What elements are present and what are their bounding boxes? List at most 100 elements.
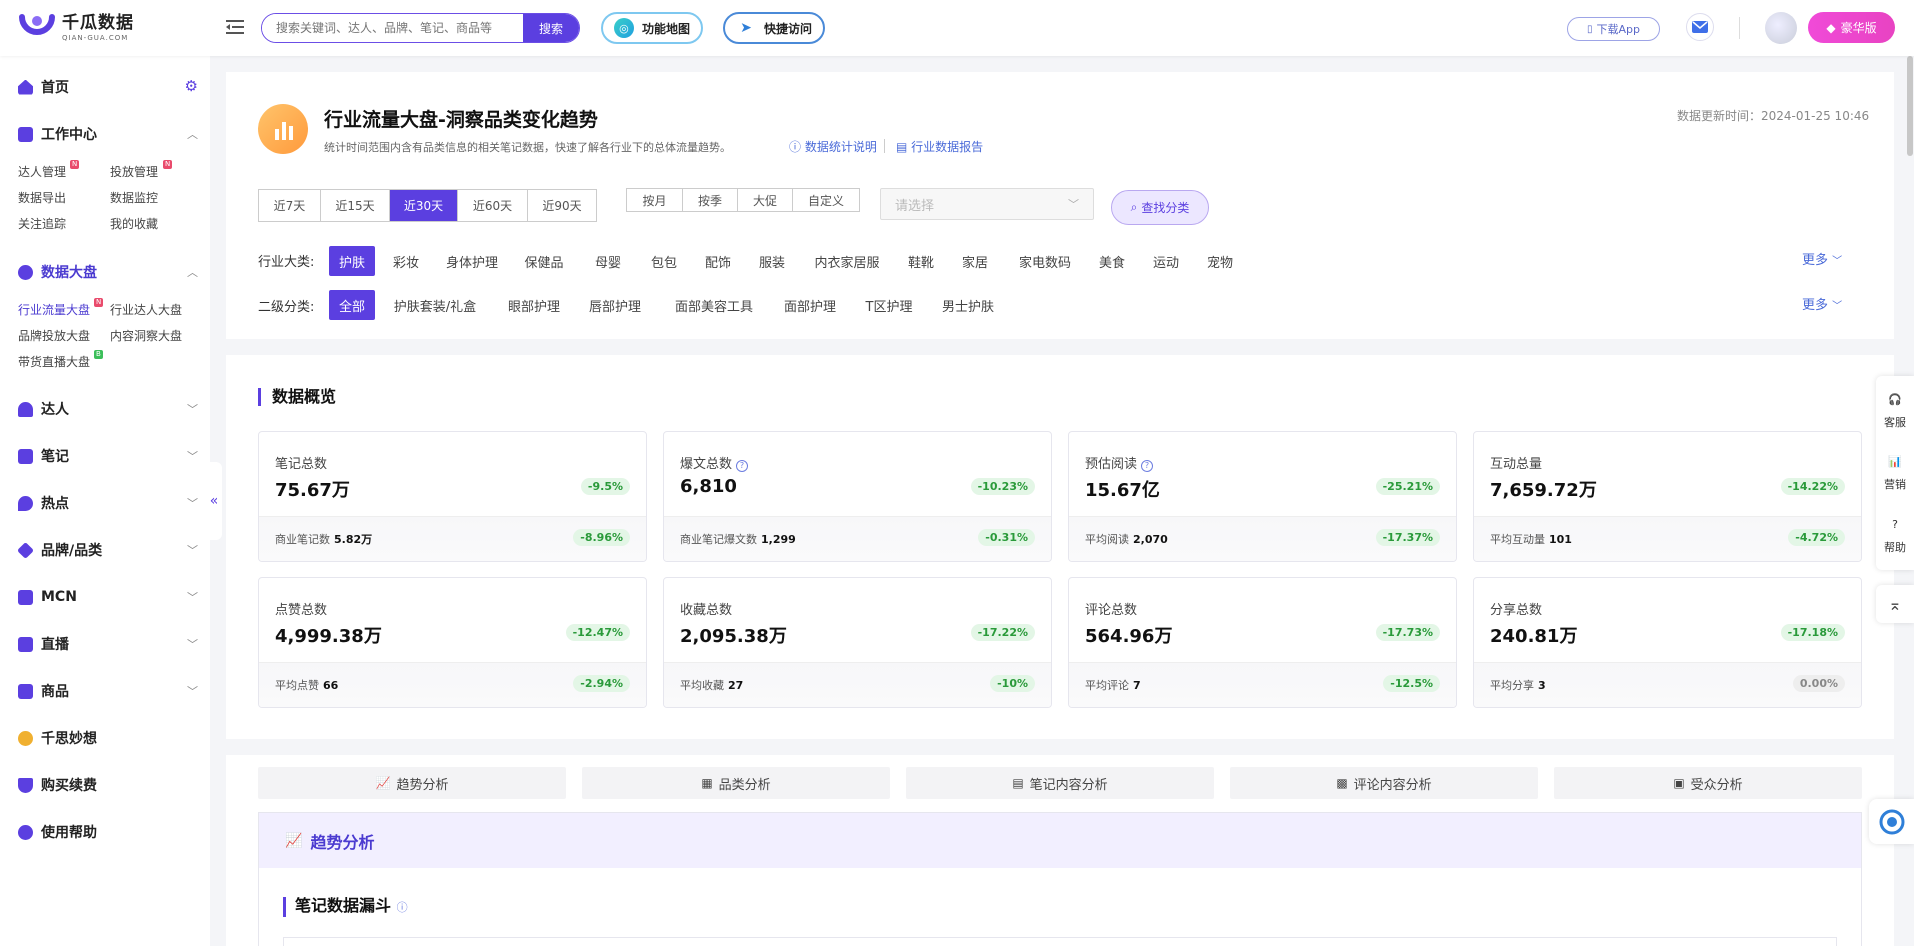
industry-tag[interactable]: 彩妆: [386, 246, 426, 276]
sidebar-item-influencer[interactable]: 达人 ﹀: [18, 399, 198, 419]
message-button[interactable]: [1686, 13, 1714, 41]
industry-more-link[interactable]: 更多 ﹀: [1802, 249, 1842, 268]
sidebar-subitem-industry-traffic[interactable]: 行业流量大盘: [18, 301, 90, 318]
period-custom[interactable]: 自定义: [793, 189, 859, 211]
industry-tag[interactable]: 身体护理: [440, 246, 504, 276]
sidebar-subitem-industry-influencer[interactable]: 行业达人大盘: [110, 301, 182, 318]
stat-sub-label-text: 平均收藏: [680, 679, 724, 692]
range-90d[interactable]: 近90天: [528, 190, 596, 221]
find-category-button[interactable]: ⌕ 查找分类: [1111, 190, 1209, 225]
floating-toolbar: 🎧 客服 📊 营销 ? 帮助: [1876, 376, 1914, 570]
sidebar-subitem-content-insight[interactable]: 内容洞察大盘: [110, 327, 182, 344]
period-promo[interactable]: 大促: [738, 189, 793, 211]
assistant-robot-icon[interactable]: [1869, 799, 1914, 844]
sidebar-subitem-brand-campaign[interactable]: 品牌投放大盘: [18, 327, 90, 344]
question-circle-icon[interactable]: ?: [1141, 460, 1154, 472]
menu-fold-icon[interactable]: [226, 17, 244, 37]
range-7d[interactable]: 近7天: [259, 190, 321, 221]
industry-tag[interactable]: 家居: [955, 246, 995, 276]
industry-tag[interactable]: 美食: [1092, 246, 1132, 276]
subcategory-tag[interactable]: 护肤套装/礼盒: [388, 290, 482, 320]
search-button[interactable]: 搜索: [523, 14, 579, 42]
page-scrollbar[interactable]: [1907, 56, 1913, 156]
range-30d[interactable]: 近30天: [390, 190, 458, 221]
industry-report-link[interactable]: ▤ 行业数据报告: [896, 138, 983, 155]
subcategory-tag[interactable]: T区护理: [860, 290, 918, 320]
stat-sub-row: 商业笔记数 5.82万 -8.96%: [259, 516, 646, 561]
back-to-top-icon[interactable]: ⌅: [1876, 585, 1914, 623]
sidebar-item-goods[interactable]: 商品 ﹀: [18, 681, 198, 701]
subcategory-tag[interactable]: 面部护理: [778, 290, 842, 320]
sidebar-item-hot[interactable]: 热点 ﹀: [18, 493, 198, 513]
industry-tag-skincare[interactable]: 护肤: [329, 246, 375, 276]
stat-sub-label-text: 平均阅读: [1085, 533, 1129, 546]
industry-tag[interactable]: 家电数码: [1011, 246, 1079, 276]
feature-map-button[interactable]: ◎ 功能地图: [601, 12, 703, 44]
sidebar-item-workcenter[interactable]: 工作中心 ︿: [18, 124, 198, 144]
sidebar-item-purchase[interactable]: 购买续费: [18, 775, 198, 795]
sidebar-item-ideas[interactable]: 千思妙想: [18, 728, 198, 748]
industry-tag[interactable]: 服装: [752, 246, 792, 276]
industry-tag[interactable]: 配饰: [698, 246, 738, 276]
settings-icon[interactable]: ⚙: [185, 77, 198, 95]
tab-category[interactable]: ▦ 品类分析: [582, 767, 890, 799]
vip-button[interactable]: ◆ 豪华版: [1808, 12, 1895, 43]
sidebar-subitem-data-monitor[interactable]: 数据监控: [110, 189, 158, 206]
sidebar-item-databoard[interactable]: 数据大盘 ︿: [18, 262, 198, 282]
subcategory-tag-all[interactable]: 全部: [329, 290, 375, 320]
tab-trend[interactable]: 📈 趋势分析: [258, 767, 566, 799]
industry-tag[interactable]: 母婴: [588, 246, 628, 276]
help-button[interactable]: ? 帮助: [1876, 511, 1914, 561]
search-input[interactable]: [262, 14, 523, 42]
subcategory-tag[interactable]: 眼部护理: [502, 290, 566, 320]
stat-label-text: 分享总数: [1490, 603, 1543, 618]
industry-tag[interactable]: 保健品: [519, 246, 569, 276]
industry-tag[interactable]: 运动: [1146, 246, 1186, 276]
sidebar-subitem-influencer-mgmt[interactable]: 达人管理: [18, 163, 66, 180]
subcategory-tag[interactable]: 面部美容工具: [667, 290, 761, 320]
sidebar-subitem-live-commerce[interactable]: 带货直播大盘: [18, 353, 90, 370]
logo[interactable]: 千瓜数据 QIAN-GUA.COM: [18, 11, 134, 45]
sidebar-item-help[interactable]: 使用帮助: [18, 822, 198, 842]
range-15d[interactable]: 近15天: [321, 190, 390, 221]
sidebar-item-brand[interactable]: 品牌/品类 ﹀: [17, 540, 198, 560]
sidebar-subitem-campaign-mgmt[interactable]: 投放管理: [110, 163, 158, 180]
stat-sub-label: 商业笔记数 5.82万: [275, 531, 372, 547]
tab-note-content[interactable]: ▤ 笔记内容分析: [906, 767, 1214, 799]
sidebar-subitem-follow-tracking[interactable]: 关注追踪: [18, 215, 66, 232]
sidebar-item-live[interactable]: 直播 ﹀: [18, 634, 198, 654]
home-icon: [18, 79, 33, 95]
industry-tag[interactable]: 内衣家居服: [807, 246, 887, 276]
stats-explanation-link[interactable]: ⓘ 数据统计说明: [789, 138, 877, 155]
industry-tag[interactable]: 包包: [644, 246, 684, 276]
category-select[interactable]: 请选择 ﹀: [880, 188, 1094, 220]
sidebar-subitem-favorites[interactable]: 我的收藏: [110, 215, 158, 232]
collapse-sidebar-icon[interactable]: «: [206, 462, 222, 540]
quick-access-button[interactable]: ➤ 快捷访问: [723, 12, 825, 44]
download-app-button[interactable]: ▯ 下载App: [1567, 17, 1660, 41]
sidebar-subitem-data-export[interactable]: 数据导出: [18, 189, 66, 206]
customer-service-button[interactable]: 🎧 客服: [1876, 386, 1914, 436]
industry-tag[interactable]: 宠物: [1200, 246, 1240, 276]
range-60d[interactable]: 近60天: [458, 190, 528, 221]
stat-sub-change-badge: 0.00%: [1792, 675, 1845, 692]
mail-icon: [1692, 21, 1708, 33]
chevron-down-icon: ﹀: [187, 497, 198, 510]
industry-tag[interactable]: 鞋靴: [901, 246, 941, 276]
subcategory-tag[interactable]: 男士护肤: [936, 290, 1000, 320]
period-quarter[interactable]: 按季: [683, 189, 738, 211]
sidebar-item-notes[interactable]: 笔记 ﹀: [18, 446, 198, 466]
sidebar-item-mcn[interactable]: MCN ﹀: [18, 587, 198, 607]
marketing-button[interactable]: 📊 营销: [1876, 448, 1914, 498]
tab-audience[interactable]: ▣ 受众分析: [1554, 767, 1862, 799]
question-circle-icon[interactable]: ⓘ: [397, 901, 408, 914]
more-label: 更多: [1802, 298, 1829, 313]
sidebar-item-home[interactable]: 首页 ⚙: [18, 77, 198, 97]
period-month[interactable]: 按月: [627, 189, 683, 211]
subcategory-tag[interactable]: 唇部护理: [583, 290, 647, 320]
tab-comment-content[interactable]: ▩ 评论内容分析: [1230, 767, 1538, 799]
avatar[interactable]: [1765, 12, 1797, 44]
stat-value: 15.67亿: [1085, 480, 1160, 501]
question-circle-icon[interactable]: ?: [736, 460, 749, 472]
subcategory-more-link[interactable]: 更多 ﹀: [1802, 294, 1842, 313]
